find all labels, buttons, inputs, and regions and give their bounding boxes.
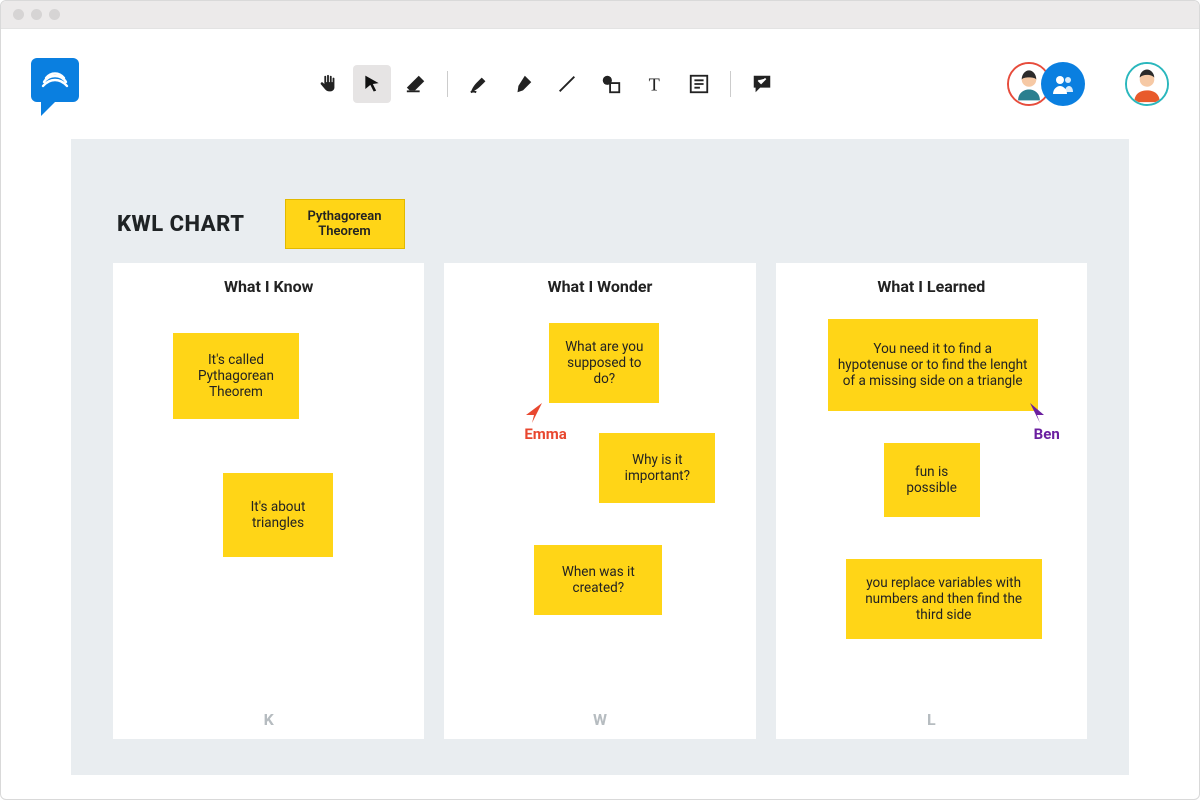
window-titlebar xyxy=(1,1,1199,29)
tool-eraser[interactable] xyxy=(397,65,435,103)
tool-hand[interactable] xyxy=(309,65,347,103)
person-avatar-icon xyxy=(1127,62,1167,106)
tool-text[interactable]: T xyxy=(636,65,674,103)
share-button[interactable] xyxy=(1041,62,1085,106)
sticky-note[interactable]: It's about triangles xyxy=(223,473,333,557)
toolbar-separator xyxy=(447,71,448,97)
sticky-note[interactable]: It's called Pythagorean Theorem xyxy=(173,333,299,419)
shape-icon xyxy=(600,73,622,95)
tool-comment[interactable] xyxy=(743,65,781,103)
cursor-icon xyxy=(362,74,382,94)
tool-sticky-note[interactable] xyxy=(680,65,718,103)
people-icon xyxy=(1051,72,1075,96)
cursor-label: Emma xyxy=(524,425,566,443)
eraser-icon xyxy=(405,73,427,95)
text-icon: T xyxy=(644,73,666,95)
app-topbar: T xyxy=(1,29,1199,139)
comment-icon xyxy=(751,73,773,95)
sticky-note[interactable]: you replace variables with numbers and t… xyxy=(846,559,1042,639)
sticky-note[interactable]: You need it to find a hypotenuse or to f… xyxy=(828,319,1038,411)
collaborator-cursor-ben: Ben xyxy=(1028,401,1060,443)
app-window: T xyxy=(0,0,1200,800)
toolbar-separator xyxy=(730,71,731,97)
tool-line[interactable] xyxy=(548,65,586,103)
toolbar: T xyxy=(103,65,987,103)
logo-swirl-icon xyxy=(40,68,70,92)
pen-icon xyxy=(468,73,490,95)
kwl-columns: What I Know It's called Pythagorean Theo… xyxy=(113,263,1087,739)
avatar-current-user[interactable] xyxy=(1125,62,1169,106)
column-title: What I Wonder xyxy=(444,277,755,296)
cursor-pointer-icon xyxy=(524,401,544,423)
chart-header: KWL CHART Pythagorean Theorem xyxy=(113,199,1087,249)
chart-topic-sticky[interactable]: Pythagorean Theorem xyxy=(285,199,405,249)
column-wonder: What I Wonder What are you supposed to d… xyxy=(444,263,755,739)
tool-pen[interactable] xyxy=(460,65,498,103)
sticky-note[interactable]: When was it created? xyxy=(534,545,662,615)
column-title: What I Know xyxy=(113,277,424,296)
tool-select[interactable] xyxy=(353,65,391,103)
column-learned: What I Learned You need it to find a hyp… xyxy=(776,263,1087,739)
chart-title: KWL CHART xyxy=(117,212,245,237)
avatar-group xyxy=(1007,62,1085,106)
note-icon xyxy=(688,73,710,95)
column-letter: W xyxy=(444,710,755,729)
cursor-pointer-icon xyxy=(1028,401,1046,423)
window-min-dot[interactable] xyxy=(31,9,42,20)
tool-shape[interactable] xyxy=(592,65,630,103)
app-logo[interactable] xyxy=(31,58,83,110)
cursor-label: Ben xyxy=(1034,425,1060,443)
collaborator-cursor-emma: Emma xyxy=(524,401,566,443)
highlighter-icon xyxy=(512,73,534,95)
sticky-note[interactable]: Why is it important? xyxy=(599,433,715,503)
svg-text:T: T xyxy=(649,74,660,94)
sticky-note[interactable]: What are you supposed to do? xyxy=(549,323,659,403)
column-title: What I Learned xyxy=(776,277,1087,296)
line-icon xyxy=(556,73,578,95)
column-letter: K xyxy=(113,710,424,729)
window-max-dot[interactable] xyxy=(49,9,60,20)
column-letter: L xyxy=(776,710,1087,729)
column-know: What I Know It's called Pythagorean Theo… xyxy=(113,263,424,739)
window-close-dot[interactable] xyxy=(13,9,24,20)
sticky-note[interactable]: fun is possible xyxy=(884,443,980,517)
whiteboard-canvas[interactable]: KWL CHART Pythagorean Theorem What I Kno… xyxy=(71,139,1129,775)
tool-highlighter[interactable] xyxy=(504,65,542,103)
hand-icon xyxy=(317,73,339,95)
canvas-area: KWL CHART Pythagorean Theorem What I Kno… xyxy=(1,139,1199,799)
presence-avatars xyxy=(1007,62,1169,106)
